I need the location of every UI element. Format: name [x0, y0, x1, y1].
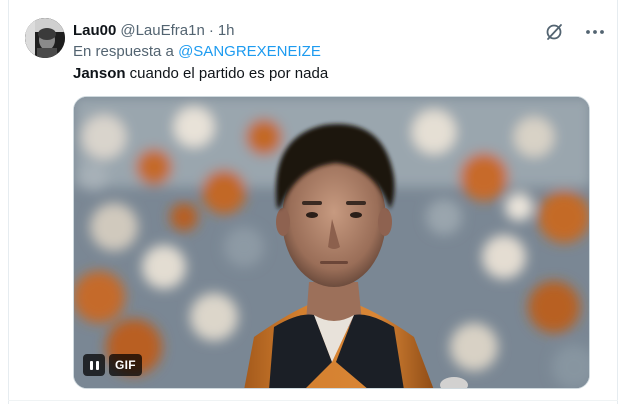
grok-icon[interactable] [543, 21, 565, 43]
tweet-divider [8, 400, 618, 401]
tweet-text: Janson cuando el partido es por nada [73, 65, 328, 82]
tweet-timestamp[interactable]: 1h [218, 22, 235, 39]
pause-icon[interactable] [83, 354, 105, 376]
gif-badge: GIF [109, 354, 142, 376]
gif-frame-image [74, 97, 589, 388]
tweet-text-body: cuando el partido es por nada [125, 65, 329, 82]
tweet-header: Lau00 @LauEfra1n · 1h [73, 19, 235, 41]
gif-media[interactable] [73, 96, 590, 389]
header-separator: · [208, 21, 214, 39]
user-avatar[interactable] [25, 18, 65, 58]
author-handle[interactable]: @LauEfra1n [120, 22, 204, 39]
reply-prefix: En respuesta a [73, 43, 179, 60]
more-options-icon[interactable] [583, 21, 607, 43]
author-name[interactable]: Lau00 [73, 22, 116, 39]
reply-context: En respuesta a @SANGREXENEIZE [73, 43, 321, 60]
gif-controls: GIF [83, 354, 142, 376]
timeline-border-left [8, 0, 9, 404]
timeline-border-right [617, 0, 618, 404]
reply-mention-link[interactable]: @SANGREXENEIZE [178, 43, 321, 60]
tweet-text-bold: Janson [73, 65, 126, 82]
